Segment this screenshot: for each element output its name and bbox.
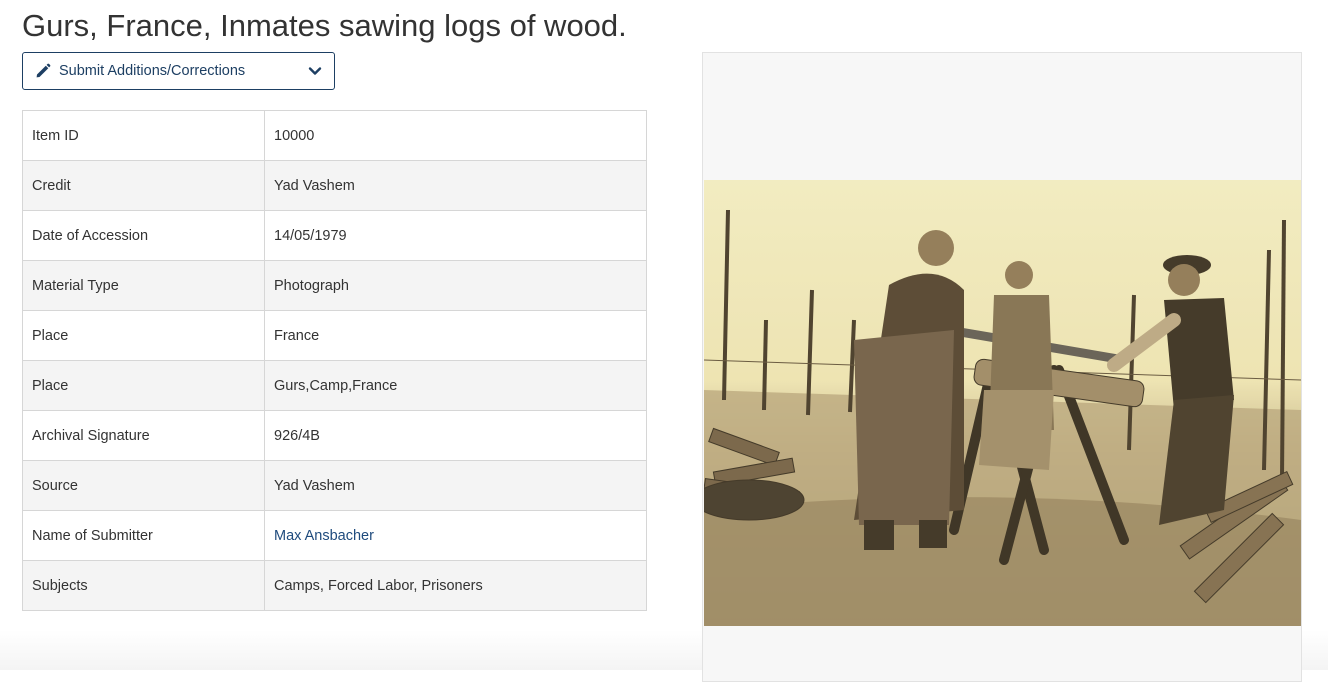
- field-value: 926/4B: [264, 410, 647, 461]
- table-row: Date of Accession 14/05/1979: [22, 210, 647, 261]
- table-row: Archival Signature 926/4B: [22, 410, 647, 461]
- table-row: Item ID 10000: [22, 110, 647, 161]
- page-title: Gurs, France, Inmates sawing logs of woo…: [22, 8, 627, 43]
- image-panel: [702, 52, 1302, 682]
- field-label: Subjects: [22, 560, 265, 611]
- field-value: 10000: [264, 110, 647, 161]
- field-label: Source: [22, 460, 265, 511]
- field-label: Name of Submitter: [22, 510, 265, 561]
- field-label: Place: [22, 310, 265, 361]
- field-value: 14/05/1979: [264, 210, 647, 261]
- field-label: Material Type: [22, 260, 265, 311]
- field-value: Photograph: [264, 260, 647, 311]
- table-row: Source Yad Vashem: [22, 460, 647, 511]
- chevron-down-icon[interactable]: [308, 64, 322, 78]
- field-value: Gurs,Camp,France: [264, 360, 647, 411]
- table-row: Name of Submitter Max Ansbacher: [22, 510, 647, 561]
- photo-image[interactable]: [704, 180, 1301, 626]
- table-row: Subjects Camps, Forced Labor, Prisoners: [22, 560, 647, 611]
- field-value: Camps, Forced Labor, Prisoners: [264, 560, 647, 611]
- item-details-table: Item ID 10000 Credit Yad Vashem Date of …: [22, 110, 647, 611]
- table-row: Credit Yad Vashem: [22, 160, 647, 211]
- field-label: Archival Signature: [22, 410, 265, 461]
- field-label: Credit: [22, 160, 265, 211]
- field-label: Item ID: [22, 110, 265, 161]
- table-row: Place France: [22, 310, 647, 361]
- field-value: Yad Vashem: [264, 160, 647, 211]
- field-label: Place: [22, 360, 265, 411]
- submit-corrections-label: Submit Additions/Corrections: [59, 63, 246, 79]
- pencil-icon: [35, 63, 51, 79]
- field-value: Yad Vashem: [264, 460, 647, 511]
- field-value: France: [264, 310, 647, 361]
- field-label: Date of Accession: [22, 210, 265, 261]
- table-row: Place Gurs,Camp,France: [22, 360, 647, 411]
- table-row: Material Type Photograph: [22, 260, 647, 311]
- submitter-link[interactable]: Max Ansbacher: [274, 528, 374, 544]
- field-value: Max Ansbacher: [264, 510, 647, 561]
- submit-corrections-button[interactable]: Submit Additions/Corrections: [22, 52, 335, 90]
